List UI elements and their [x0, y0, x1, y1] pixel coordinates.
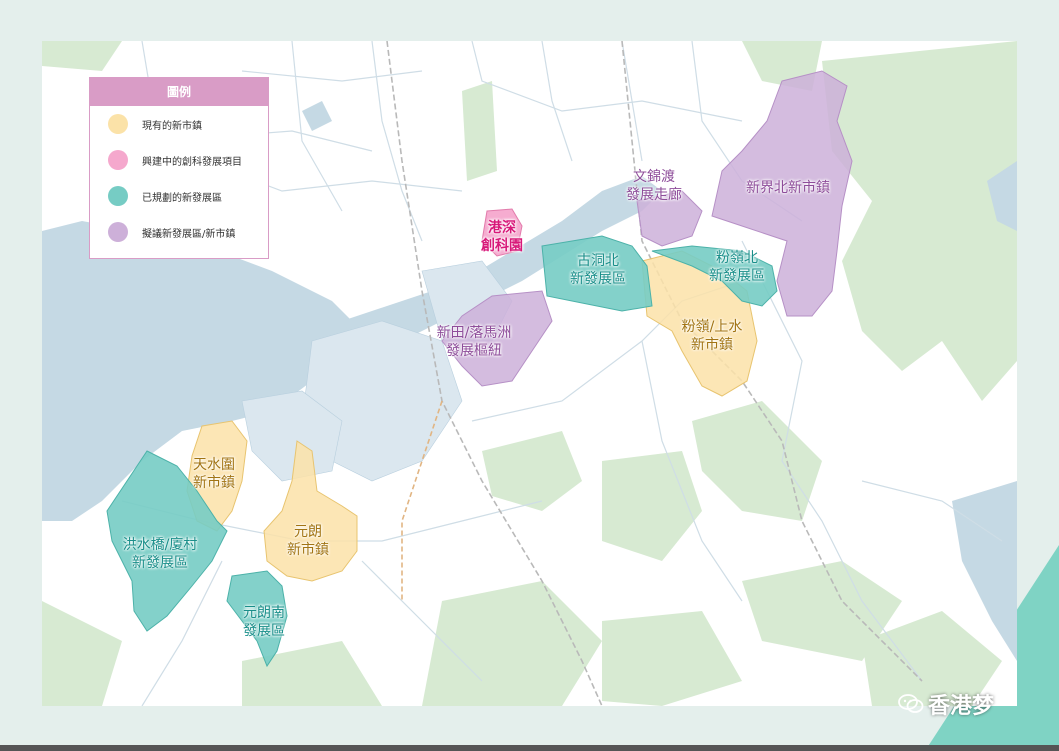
label-line: 港深 — [488, 220, 516, 236]
label-line: 元朗 — [294, 524, 322, 540]
label-hung-shui-kiu: 洪水橋/廈村 新發展區 — [123, 536, 198, 572]
legend-label: 擬議新發展區/新市鎮 — [142, 228, 236, 240]
map-panel: 圖例 現有的新市鎮 興建中的創科發展項目 已規劃的新發展區 擬議新發展區/新市鎮… — [42, 41, 1017, 706]
label-new-territories-north: 新界北新市鎮 — [746, 179, 830, 197]
map-legend: 圖例 現有的新市鎮 興建中的創科發展項目 已規劃的新發展區 擬議新發展區/新市鎮 — [89, 77, 269, 259]
label-tin-shui-wai: 天水圍 新市鎮 — [193, 456, 235, 492]
label-kwu-tung-north: 古洞北 新發展區 — [570, 252, 626, 288]
label-line: 創科園 — [481, 238, 523, 254]
label-line: 粉嶺/上水 — [681, 319, 743, 335]
label-line: 發展區 — [243, 623, 285, 639]
label-line: 古洞北 — [577, 253, 619, 269]
label-line: 洪水橋/廈村 — [122, 537, 198, 553]
label-fanling-north: 粉嶺北 新發展區 — [709, 249, 765, 285]
label-yuen-long: 元朗 新市鎮 — [287, 523, 329, 559]
label-line: 新發展區 — [570, 271, 626, 287]
legend-swatch-proposed — [108, 222, 128, 242]
label-line: 新市鎮 — [193, 475, 235, 491]
watermark-text: 香港梦 — [928, 694, 995, 719]
label-hsitp: 港深 創科園 — [481, 219, 523, 255]
label-line: 文錦渡 — [633, 169, 675, 185]
label-line: 粉嶺北 — [716, 250, 758, 266]
label-line: 天水圍 — [193, 457, 235, 473]
label-line: 發展走廊 — [626, 187, 682, 203]
bottom-bar — [0, 745, 1059, 751]
label-yuen-long-south: 元朗南 發展區 — [243, 604, 285, 640]
watermark: 香港梦 — [898, 688, 994, 720]
label-line: 新市鎮 — [691, 337, 733, 353]
legend-title: 圖例 — [90, 78, 268, 106]
label-san-tin: 新田/落馬洲 發展樞紐 — [437, 324, 512, 360]
label-fanling-sheung-shui: 粉嶺/上水 新市鎮 — [682, 318, 743, 354]
label-line: 發展樞紐 — [446, 343, 502, 359]
label-line: 元朗南 — [243, 605, 285, 621]
wechat-icon — [898, 694, 924, 713]
label-line: 新發展區 — [132, 555, 188, 571]
legend-swatch-existing — [108, 114, 128, 134]
legend-item-existing-new-town: 現有的新市鎮 — [90, 106, 268, 142]
legend-item-innovation-project: 興建中的創科發展項目 — [90, 142, 268, 178]
label-man-kam-to: 文錦渡 發展走廊 — [626, 168, 682, 204]
legend-item-proposed-nda: 擬議新發展區/新市鎮 — [90, 214, 268, 250]
legend-label: 現有的新市鎮 — [142, 120, 202, 132]
label-line: 新市鎮 — [287, 542, 329, 558]
legend-swatch-planned — [108, 186, 128, 206]
legend-swatch-innovation — [108, 150, 128, 170]
legend-label: 已規劃的新發展區 — [142, 192, 222, 204]
legend-item-planned-nda: 已規劃的新發展區 — [90, 178, 268, 214]
label-line: 新發展區 — [709, 268, 765, 284]
legend-label: 興建中的創科發展項目 — [142, 156, 242, 168]
label-line: 新界北新市鎮 — [746, 180, 830, 196]
label-line: 新田/落馬洲 — [436, 325, 512, 341]
